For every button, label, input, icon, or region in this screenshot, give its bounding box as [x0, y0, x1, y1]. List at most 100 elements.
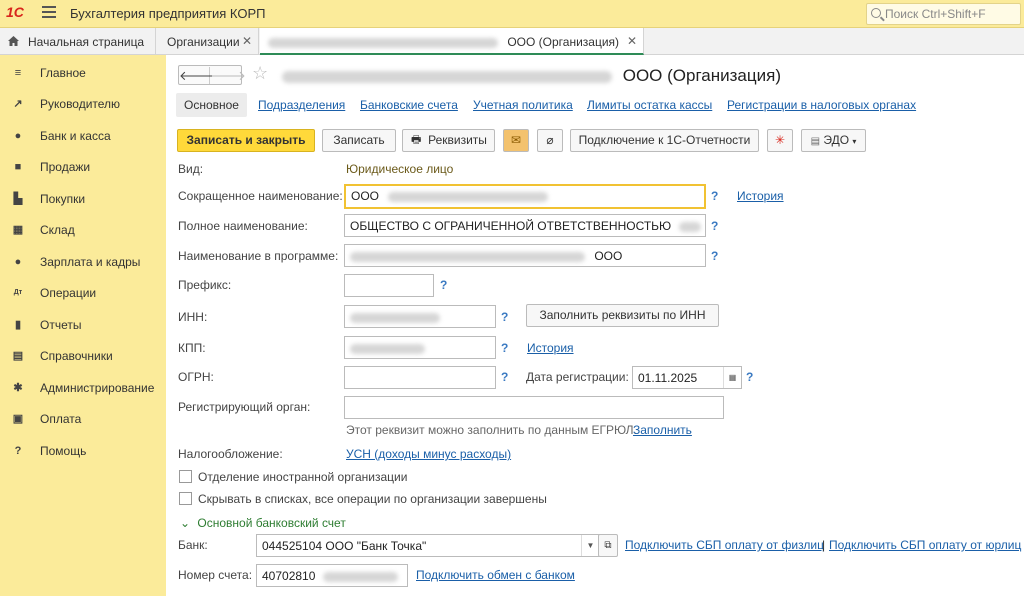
sidebar-item-warehouse[interactable]: ▦ Склад	[0, 214, 166, 244]
prefix-field[interactable]	[344, 274, 434, 297]
full-name-value: ОБЩЕСТВО С ОГРАНИЧЕННОЙ ОТВЕТСТВЕННОСТЬЮ	[350, 219, 672, 233]
program-name-label: Наименование в программе:	[178, 249, 339, 263]
tab-organizations-label: Организации	[167, 35, 240, 49]
kind-label: Вид:	[178, 162, 204, 176]
kpp-label: КПП:	[178, 341, 206, 355]
inn-field[interactable]	[344, 305, 496, 328]
fill-by-inn-button[interactable]: Заполнить реквизиты по ИНН	[526, 304, 719, 327]
help-mark[interactable]: ?	[440, 278, 447, 292]
subtab-departments[interactable]: Подразделения	[258, 93, 345, 117]
subtab-accounting-policy[interactable]: Учетная политика	[473, 93, 573, 117]
help-mark[interactable]: ?	[746, 370, 753, 384]
sidebar-item-manager[interactable]: ↗ Руководителю	[0, 88, 166, 118]
program-name-field[interactable]: ООО	[344, 244, 706, 267]
edo-dropdown-button[interactable]: ▤ ЭДО ▾	[801, 129, 866, 152]
help-mark[interactable]: ?	[711, 189, 718, 203]
sidebar-item-reports[interactable]: ▮ Отчеты	[0, 309, 166, 339]
subtab-main[interactable]: Основное	[176, 93, 247, 117]
program-name-value: ООО	[594, 249, 623, 263]
help-mark[interactable]: ?	[501, 341, 508, 355]
full-name-field[interactable]: ОБЩЕСТВО С ОГРАНИЧЕННОЙ ОТВЕТСТВЕННОСТЬЮ	[344, 214, 706, 237]
foreign-branch-checkbox[interactable]	[179, 470, 192, 483]
short-name-field[interactable]: ООО	[344, 184, 706, 209]
sidebar-item-references[interactable]: ▤ Справочники	[0, 340, 166, 370]
sidebar-item-label: Помощь	[40, 444, 87, 458]
hamburger-menu-icon[interactable]	[42, 6, 56, 20]
close-tab-icon[interactable]: ✕	[242, 34, 252, 48]
sidebar-item-payment[interactable]: ▣ Оплата	[0, 403, 166, 433]
chevron-down-icon[interactable]: ▼	[581, 535, 599, 556]
save-button[interactable]: Записать	[322, 129, 396, 152]
sidebar-item-help[interactable]: ? Помощь	[0, 435, 166, 465]
sidebar-item-operations[interactable]: Дт Операции	[0, 277, 166, 307]
open-bank-button[interactable]: ⧉	[598, 534, 618, 557]
dtkt-icon: Дт	[13, 289, 23, 296]
sidebar-item-main[interactable]: ≡ Главное	[0, 57, 166, 87]
open-window-icon: ⧉	[604, 540, 612, 551]
back-arrow-icon[interactable]: 🡐	[179, 67, 214, 84]
kpp-history-link[interactable]: История	[527, 341, 574, 355]
calendar-icon[interactable]: ▦	[723, 367, 741, 388]
sidebar-item-label: Склад	[40, 223, 75, 237]
tab-home[interactable]: Начальная страница	[0, 28, 156, 55]
paperclip-icon: ⌀	[546, 133, 554, 147]
short-name-history-link[interactable]: История	[737, 189, 784, 203]
close-tab-icon[interactable]: ✕	[627, 34, 637, 48]
sidebar-item-salary[interactable]: ● Зарплата и кадры	[0, 246, 166, 276]
reg-date-field[interactable]: 01.11.2025 ▦	[632, 366, 742, 389]
hide-in-lists-checkbox[interactable]	[179, 492, 192, 505]
account-number-field[interactable]: 40702810	[256, 564, 408, 587]
warehouse-icon: ▦	[12, 224, 24, 236]
cart-icon: ▙	[13, 193, 23, 205]
requisites-button[interactable]: 🖶 Реквизиты	[402, 129, 495, 152]
email-button[interactable]: ✉	[503, 129, 529, 152]
ogrn-field[interactable]	[344, 366, 496, 389]
edo-label: ЭДО	[823, 133, 850, 147]
sidebar-item-purchases[interactable]: ▙ Покупки	[0, 183, 166, 213]
attachment-button[interactable]: ⌀	[537, 129, 563, 152]
reg-date-label: Дата регистрации:	[526, 370, 629, 384]
redacted-name	[282, 70, 612, 83]
help-mark[interactable]: ?	[501, 310, 508, 324]
save-and-close-button[interactable]: Записать и закрыть	[177, 129, 315, 152]
sidebar: ≡ Главное ↗ Руководителю ● Банк и касса ■ Пр…	[0, 55, 166, 596]
bank-section-header[interactable]: ⌄ Основной банковский счет	[180, 516, 346, 530]
subtab-cash-limits[interactable]: Лимиты остатка кассы	[587, 93, 712, 117]
sidebar-item-sales[interactable]: ■ Продажи	[0, 151, 166, 181]
connect-reporting-button[interactable]: Подключение к 1С-Отчетности	[570, 129, 759, 152]
egrul-hint: Этот реквизит можно заполнить по данным …	[346, 423, 637, 437]
forward-arrow-icon[interactable]: 🡒	[211, 67, 246, 84]
bank-exchange-link[interactable]: Подключить обмен с банком	[416, 568, 575, 582]
envelope-icon: ✉	[510, 133, 522, 147]
sidebar-item-label: Главное	[40, 66, 86, 80]
global-search-input[interactable]: Поиск Ctrl+Shift+F	[866, 3, 1021, 25]
bag-icon: ■	[14, 161, 22, 173]
sidebar-item-admin[interactable]: ✱ Администрирование	[0, 372, 166, 402]
bank-select[interactable]: 044525104 ООО "Банк Точка" ▼	[256, 534, 600, 557]
help-mark[interactable]: ?	[501, 370, 508, 384]
report-icon-button[interactable]: ✳	[767, 129, 793, 152]
books-icon: ▤	[12, 350, 24, 362]
search-placeholder: Поиск Ctrl+Shift+F	[885, 7, 986, 21]
reg-organ-field[interactable]	[344, 396, 724, 419]
egrul-fill-link[interactable]: Заполнить	[633, 423, 692, 437]
coin-icon: ●	[14, 130, 22, 142]
kpp-field[interactable]	[344, 336, 496, 359]
favorite-star-icon[interactable]: ☆	[252, 63, 268, 84]
help-mark[interactable]: ?	[711, 219, 718, 233]
sidebar-item-bank[interactable]: ● Банк и касса	[0, 120, 166, 150]
requisites-label: Реквизиты	[428, 133, 487, 147]
redacted-name	[388, 191, 549, 202]
subtab-tax-registrations[interactable]: Регистрации в налоговых органах	[727, 93, 916, 117]
tax-system-link[interactable]: УСН (доходы минус расходы)	[346, 447, 511, 461]
navigation-buttons: 🡐 🡒	[178, 65, 246, 85]
subtab-bank-accounts[interactable]: Банковские счета	[360, 93, 458, 117]
redacted-name	[268, 37, 498, 48]
help-mark[interactable]: ?	[711, 249, 718, 263]
tab-organizations[interactable]: Организации ✕	[159, 28, 259, 55]
sbp-phys-link[interactable]: Подключить СБП оплату от физлиц	[625, 538, 824, 552]
sidebar-item-label: Операции	[40, 286, 97, 300]
tab-organization-card[interactable]: ООО (Организация) ✕	[260, 28, 644, 55]
sbp-jur-link[interactable]: Подключить СБП оплату от юрлиц	[829, 538, 1021, 552]
inn-label: ИНН:	[178, 310, 208, 324]
